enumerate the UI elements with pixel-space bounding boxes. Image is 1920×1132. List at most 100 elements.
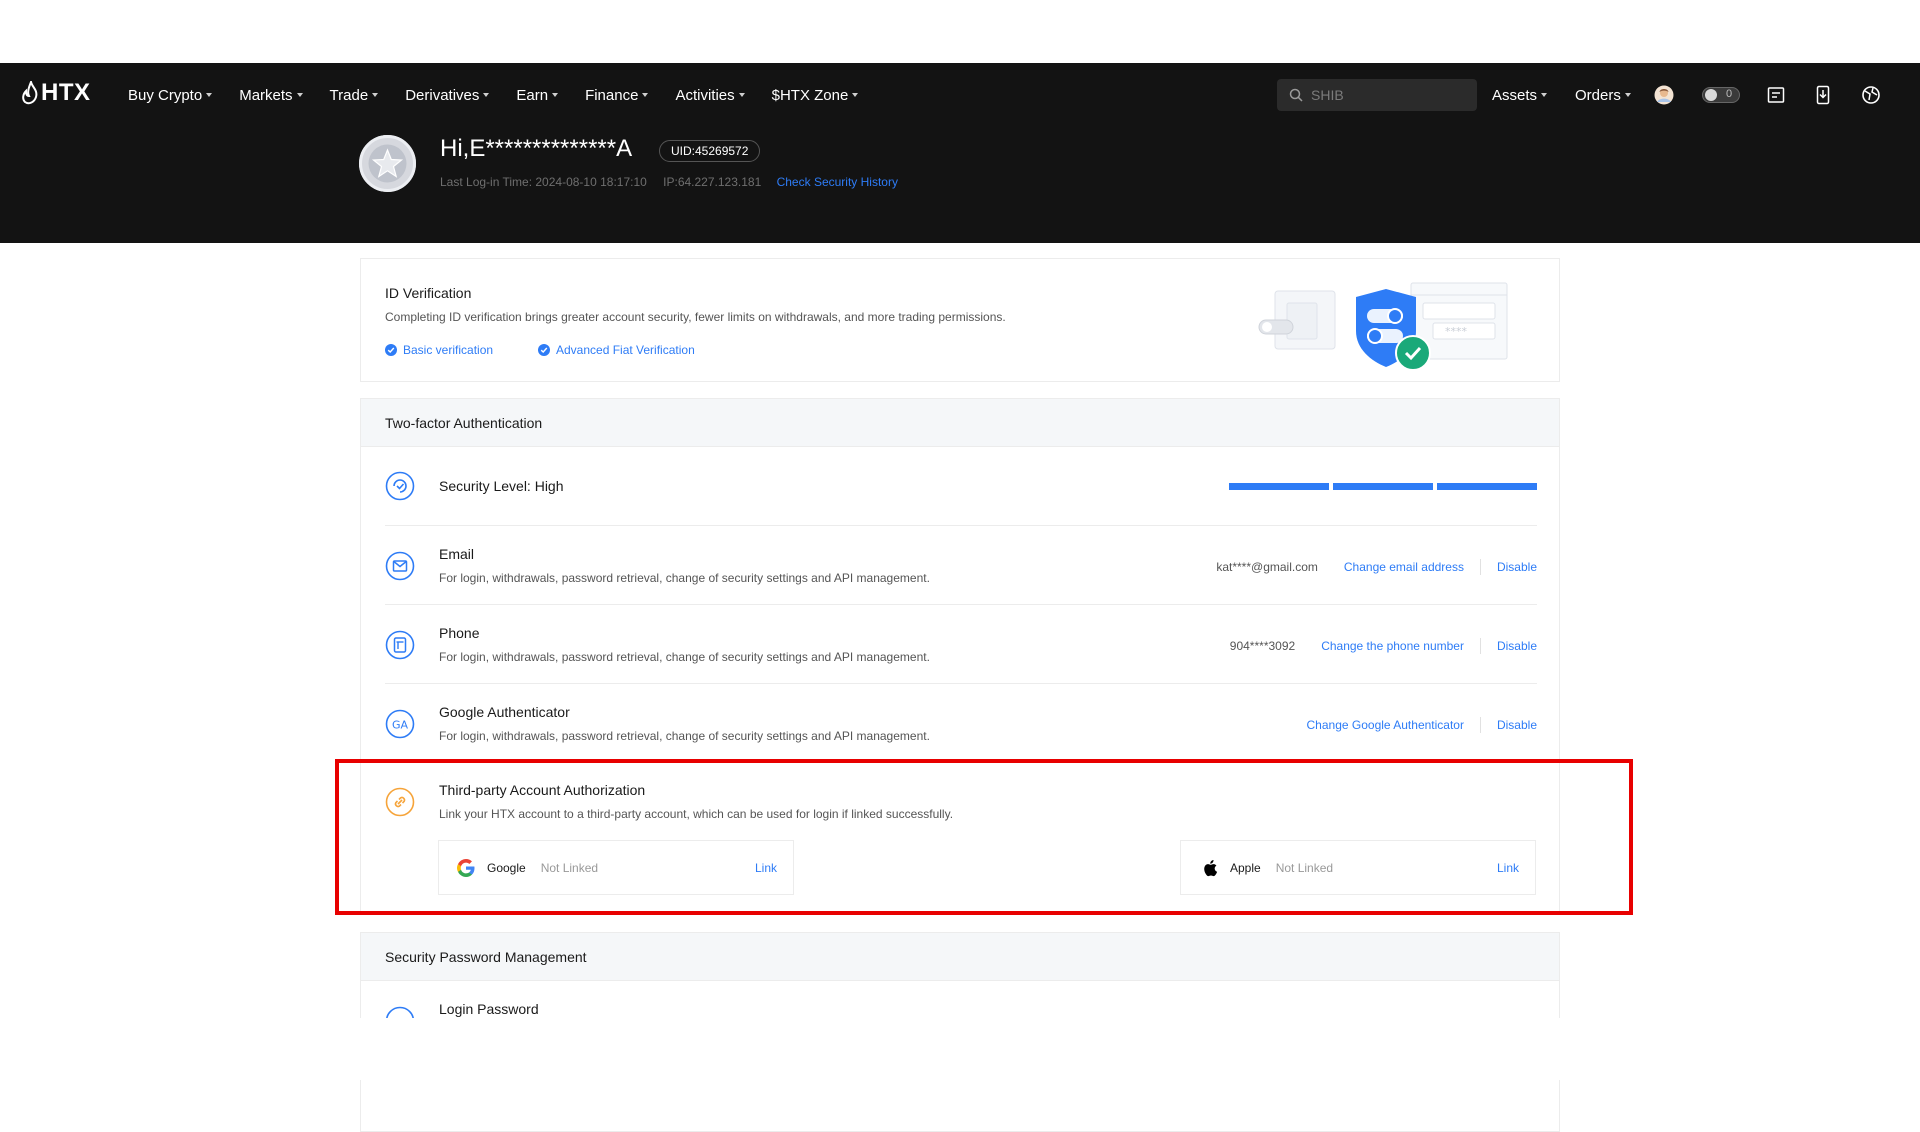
google-authenticator-desc: For login, withdrawals, password retriev… (439, 729, 930, 743)
two-factor-title: Two-factor Authentication (385, 415, 543, 431)
search-box[interactable] (1277, 79, 1477, 111)
change-google-authenticator-button[interactable]: Change Google Authenticator (1307, 718, 1464, 732)
nav-label: Assets (1492, 86, 1538, 104)
email-desc: For login, withdrawals, password retriev… (439, 571, 930, 585)
apple-link-button[interactable]: Link (1497, 861, 1519, 875)
id-verification-card: ID Verification Completing ID verificati… (360, 258, 1560, 382)
id-verification-title: ID Verification (385, 285, 472, 301)
last-login-ip: IP:64.227.123.181 (663, 175, 762, 189)
notification-icon[interactable] (1766, 85, 1786, 105)
google-provider-name: Google (487, 860, 526, 875)
email-row: Email For login, withdrawals, password r… (385, 526, 1537, 605)
two-factor-card: Two-factor Authentication Security Level… (360, 398, 1560, 912)
caret-down-icon (1624, 93, 1631, 97)
email-title: Email (439, 546, 475, 562)
phone-icon (385, 630, 415, 660)
security-password-header: Security Password Management (361, 933, 1559, 981)
star-avatar-icon (359, 135, 416, 192)
third-party-title: Third-party Account Authorization (439, 782, 646, 798)
disable-phone-button[interactable]: Disable (1497, 639, 1537, 653)
nav-assets[interactable]: Assets (1492, 86, 1548, 104)
google-authenticator-row: GA Google Authenticator For login, withd… (385, 684, 1537, 763)
change-email-button[interactable]: Change email address (1344, 560, 1464, 574)
google-authenticator-icon: GA (385, 709, 415, 739)
logo-text: HTX (41, 79, 91, 106)
advanced-fiat-verification[interactable]: Advanced Fiat Verification (538, 343, 695, 357)
third-party-desc: Link your HTX account to a third-party a… (439, 807, 954, 821)
nav-derivatives[interactable]: Derivatives (405, 87, 490, 104)
toggle-count: 0 (1726, 88, 1733, 100)
uid-badge[interactable]: UID:45269572 (659, 140, 761, 162)
nav-label: Finance (585, 86, 639, 104)
security-level-row: Security Level: High (385, 447, 1537, 526)
search-icon (1289, 88, 1303, 102)
last-login-info: Last Log-in Time: 2024-08-10 18:17:10 IP… (440, 175, 898, 189)
id-verification-desc: Completing ID verification brings greate… (385, 310, 1006, 324)
avatar (359, 135, 416, 192)
nav-markets[interactable]: Markets (239, 86, 303, 104)
nav-htx-zone[interactable]: $HTX Zone (772, 87, 859, 104)
change-phone-button[interactable]: Change the phone number (1321, 639, 1464, 653)
google-authenticator-title: Google Authenticator (439, 704, 570, 720)
user-avatar-icon[interactable] (1654, 85, 1674, 105)
nav-label: Orders (1575, 86, 1621, 104)
nav-label: Markets (239, 86, 293, 104)
google-authenticator-actions: Change Google Authenticator Disable (1307, 717, 1537, 733)
google-link-card: Google Not Linked Link (438, 840, 794, 895)
disable-email-button[interactable]: Disable (1497, 560, 1537, 574)
nav-trade[interactable]: Trade (330, 87, 379, 104)
nav-earn[interactable]: Earn (516, 86, 559, 104)
security-password-title: Security Password Management (385, 949, 587, 965)
svg-text:GA: GA (392, 719, 409, 732)
phone-title: Phone (439, 625, 480, 641)
nav-buy-crypto[interactable]: Buy Crypto (128, 86, 213, 104)
divider (1479, 638, 1481, 654)
nav-label: Buy Crypto (128, 86, 203, 104)
email-icon (385, 551, 415, 581)
check-icon (538, 344, 550, 356)
nav-activities[interactable]: Activities (675, 87, 745, 104)
caret-down-icon (372, 93, 379, 97)
phone-row: Phone For login, withdrawals, password r… (385, 605, 1537, 684)
download-icon[interactable] (1813, 85, 1833, 105)
advanced-verification-label: Advanced Fiat Verification (556, 343, 695, 357)
basic-verification[interactable]: Basic verification (385, 343, 493, 357)
svg-text:****: **** (1445, 325, 1468, 338)
email-value: kat****@gmail.com (1216, 560, 1318, 574)
mode-toggle[interactable]: 0 (1702, 87, 1740, 103)
link-icon (385, 787, 415, 817)
search-input[interactable] (1311, 87, 1461, 103)
phone-desc: For login, withdrawals, password retriev… (439, 650, 930, 664)
apple-link-card: Apple Not Linked Link (1180, 840, 1536, 895)
greeting: Hi,E**************A (440, 135, 633, 162)
caret-down-icon (1541, 93, 1548, 97)
google-link-button[interactable]: Link (755, 861, 777, 875)
caret-down-icon (296, 93, 303, 97)
disable-google-authenticator-button[interactable]: Disable (1497, 718, 1537, 732)
apple-link-status: Not Linked (1275, 860, 1334, 875)
security-shield-illustration: **** (1258, 282, 1508, 371)
caret-down-icon (852, 93, 859, 97)
security-level-label: Security Level: High (439, 478, 564, 494)
security-level-bar (1437, 483, 1537, 490)
security-level-bar (1333, 483, 1433, 490)
apple-icon (1204, 859, 1218, 876)
google-link-status: Not Linked (540, 860, 599, 875)
nav-orders[interactable]: Orders (1575, 87, 1631, 104)
language-globe-icon[interactable] (1861, 85, 1881, 105)
check-security-history-link[interactable]: Check Security History (777, 175, 898, 189)
nav-finance[interactable]: Finance (585, 86, 649, 104)
divider (1479, 559, 1481, 575)
nav-right: Assets Orders (1492, 63, 1659, 127)
basic-verification-label: Basic verification (403, 343, 494, 357)
nav-label: Trade (329, 86, 369, 104)
last-login-time: Last Log-in Time: 2024-08-10 18:17:10 (440, 175, 647, 189)
security-level-bar (1229, 483, 1329, 490)
apple-provider-name: Apple (1230, 860, 1261, 875)
htx-logo[interactable]: HTX (22, 79, 91, 107)
caret-down-icon (552, 93, 559, 97)
divider (1479, 717, 1481, 733)
caret-down-icon (206, 93, 213, 97)
two-factor-header: Two-factor Authentication (361, 399, 1559, 447)
nav-label: Earn (516, 86, 549, 104)
